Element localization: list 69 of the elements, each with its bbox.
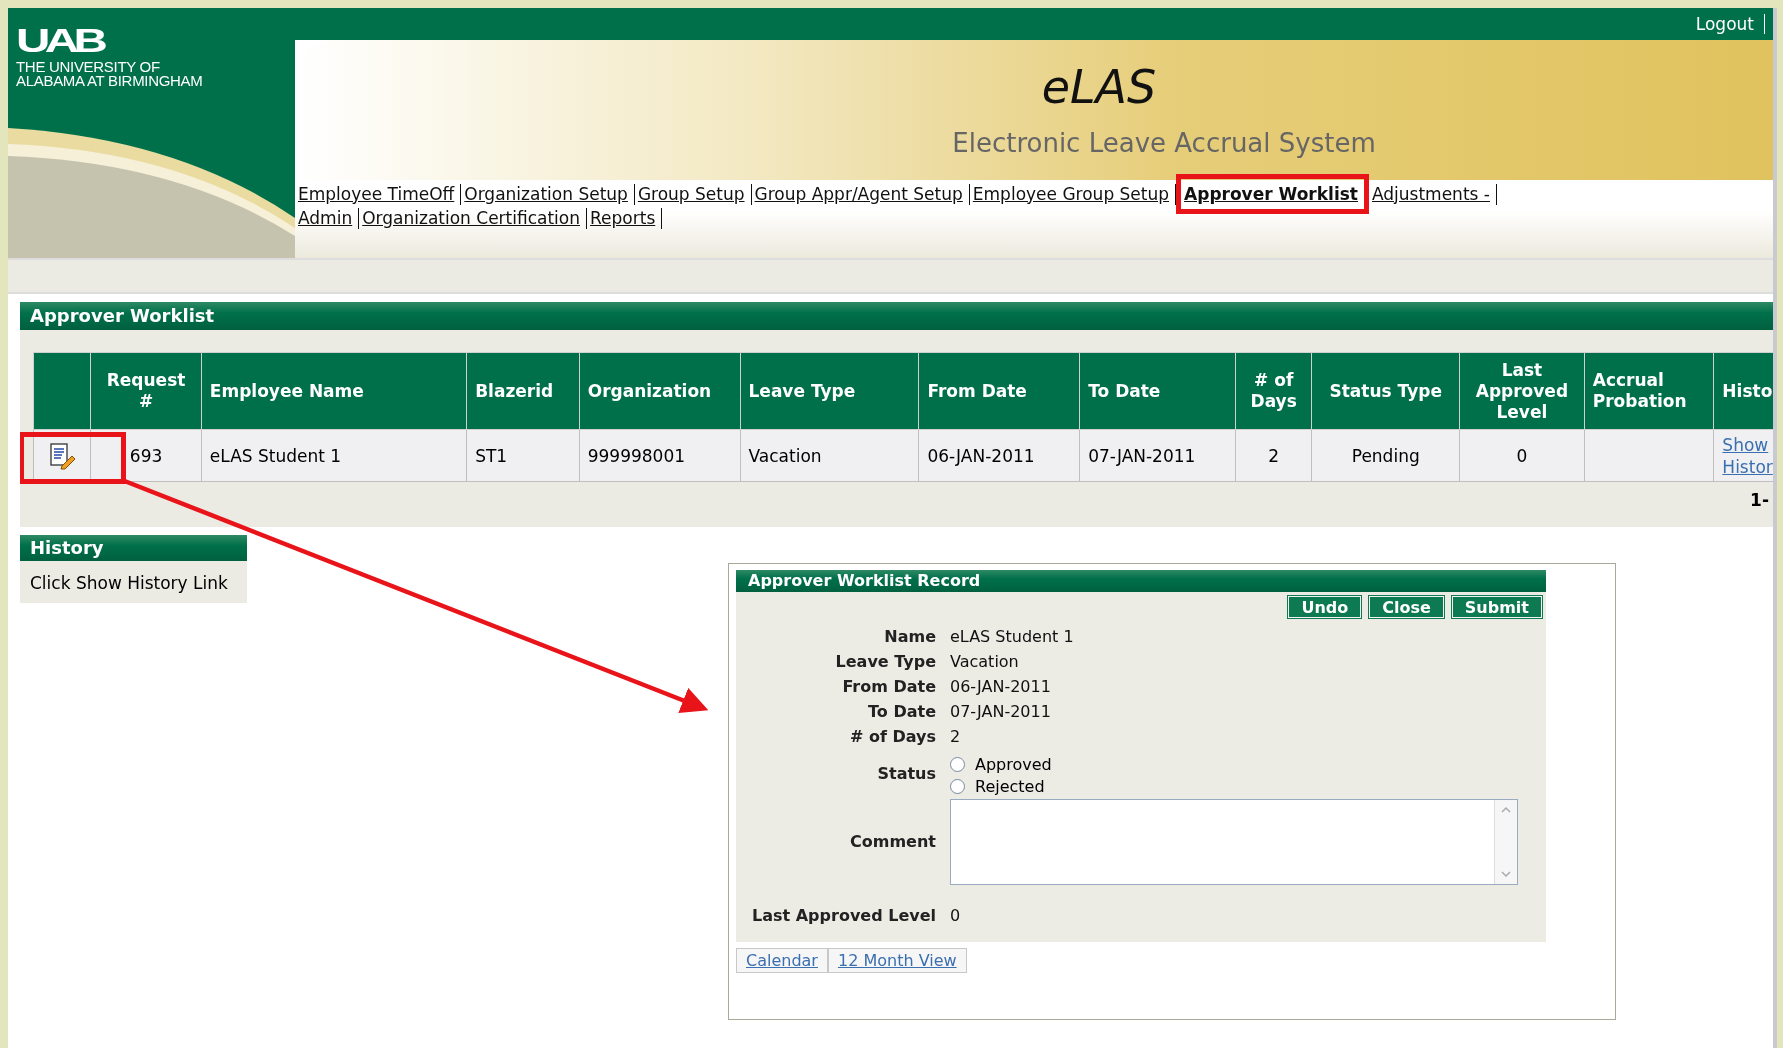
column-header: Leave Type — [740, 352, 919, 430]
panel-title: Approver Worklist — [20, 302, 1773, 330]
radio-button[interactable] — [950, 756, 965, 772]
table-cell: 07-JAN-2011 — [1079, 429, 1236, 482]
nav-link[interactable]: Group Setup — [634, 183, 752, 205]
field-value: eLAS Student 1 — [950, 626, 1075, 648]
radio-button[interactable] — [950, 778, 965, 794]
logo-text: THE UNIVERSITY OF — [16, 60, 161, 74]
edit-document-icon[interactable] — [48, 441, 77, 470]
field-label: To Date — [867, 701, 936, 723]
column-header: Employee Name — [201, 352, 467, 430]
column-header: Accrual Probation — [1584, 352, 1714, 430]
field-value: 07-JAN-2011 — [950, 701, 1052, 723]
nav-link[interactable]: Group Appr/Agent Setup — [751, 183, 970, 205]
pager-text: 1- — [1750, 490, 1769, 510]
table-cell: ST1 — [466, 429, 580, 482]
field-label: Name — [883, 626, 936, 648]
logo-mark: UAB — [16, 24, 104, 56]
column-header: Organization — [579, 352, 740, 430]
table-cell: 999998001 — [579, 429, 740, 482]
action-button[interactable]: Undo — [1288, 596, 1362, 618]
nav-link[interactable]: Approver Worklist — [1176, 174, 1369, 214]
field-label: Last Approved Level — [750, 905, 936, 927]
field-value: 06-JAN-2011 — [950, 676, 1052, 698]
table-cell: Vacation — [740, 429, 919, 482]
field-label: # of Days — [848, 726, 936, 748]
field-label: Comment — [849, 830, 936, 853]
nav-link[interactable]: Organization Setup — [461, 183, 635, 205]
app-subtitle: Electronic Leave Accrual System — [951, 128, 1376, 158]
field-label: Leave Type — [834, 651, 936, 673]
scroll-down-icon — [1499, 868, 1513, 880]
table-cell: 2 — [1235, 429, 1312, 482]
nav-link[interactable]: Employee TimeOff — [295, 183, 462, 205]
table-cell: 0 — [1459, 429, 1585, 482]
view-link[interactable]: Calendar — [736, 948, 828, 973]
field-value: 2 — [950, 726, 962, 748]
logo-text: ALABAMA AT BIRMINGHAM — [16, 74, 204, 88]
column-header: Histo — [1713, 352, 1773, 430]
scrollbar[interactable] — [1494, 800, 1517, 884]
action-button[interactable]: Close — [1369, 596, 1444, 618]
comment-field[interactable] — [950, 799, 1518, 885]
field-label: Status — [876, 762, 936, 785]
history-text: Click Show History Link — [29, 572, 229, 595]
column-header: Last Approved Level — [1459, 352, 1585, 430]
column-header: # of Days — [1235, 352, 1312, 430]
panel-title: Approver Worklist Record — [736, 570, 1546, 592]
column-header: Blazerid — [466, 352, 580, 430]
column-header: From Date — [918, 352, 1080, 430]
column-header: Request # — [90, 352, 202, 430]
field-value: Vacation — [950, 651, 1020, 673]
nav-link[interactable]: Reports — [587, 207, 663, 229]
column-header: Status Type — [1311, 352, 1460, 430]
app-title: eLAS — [1040, 60, 1157, 114]
view-link[interactable]: 12 Month View — [827, 948, 967, 973]
radio-label: Approved — [975, 754, 1052, 774]
radio-label: Rejected — [975, 776, 1045, 796]
table-cell: eLAS Student 1 — [201, 429, 467, 482]
nav-link[interactable]: Employee Group Setup — [969, 183, 1177, 205]
table-cell: 06-JAN-2011 — [918, 429, 1080, 482]
column-header: To Date — [1079, 352, 1236, 430]
action-button[interactable]: Submit — [1451, 596, 1542, 618]
table-cell: Pending — [1311, 429, 1460, 482]
panel-title: History — [20, 535, 247, 561]
nav-link[interactable]: Admin — [295, 207, 360, 229]
nav-link[interactable]: Adjustments - — [1368, 183, 1497, 205]
logout-link[interactable]: Logout — [1695, 14, 1765, 34]
field-value: 0 — [950, 905, 962, 927]
field-label: From Date — [841, 676, 936, 698]
nav-link[interactable]: Organization Certification — [359, 207, 588, 229]
